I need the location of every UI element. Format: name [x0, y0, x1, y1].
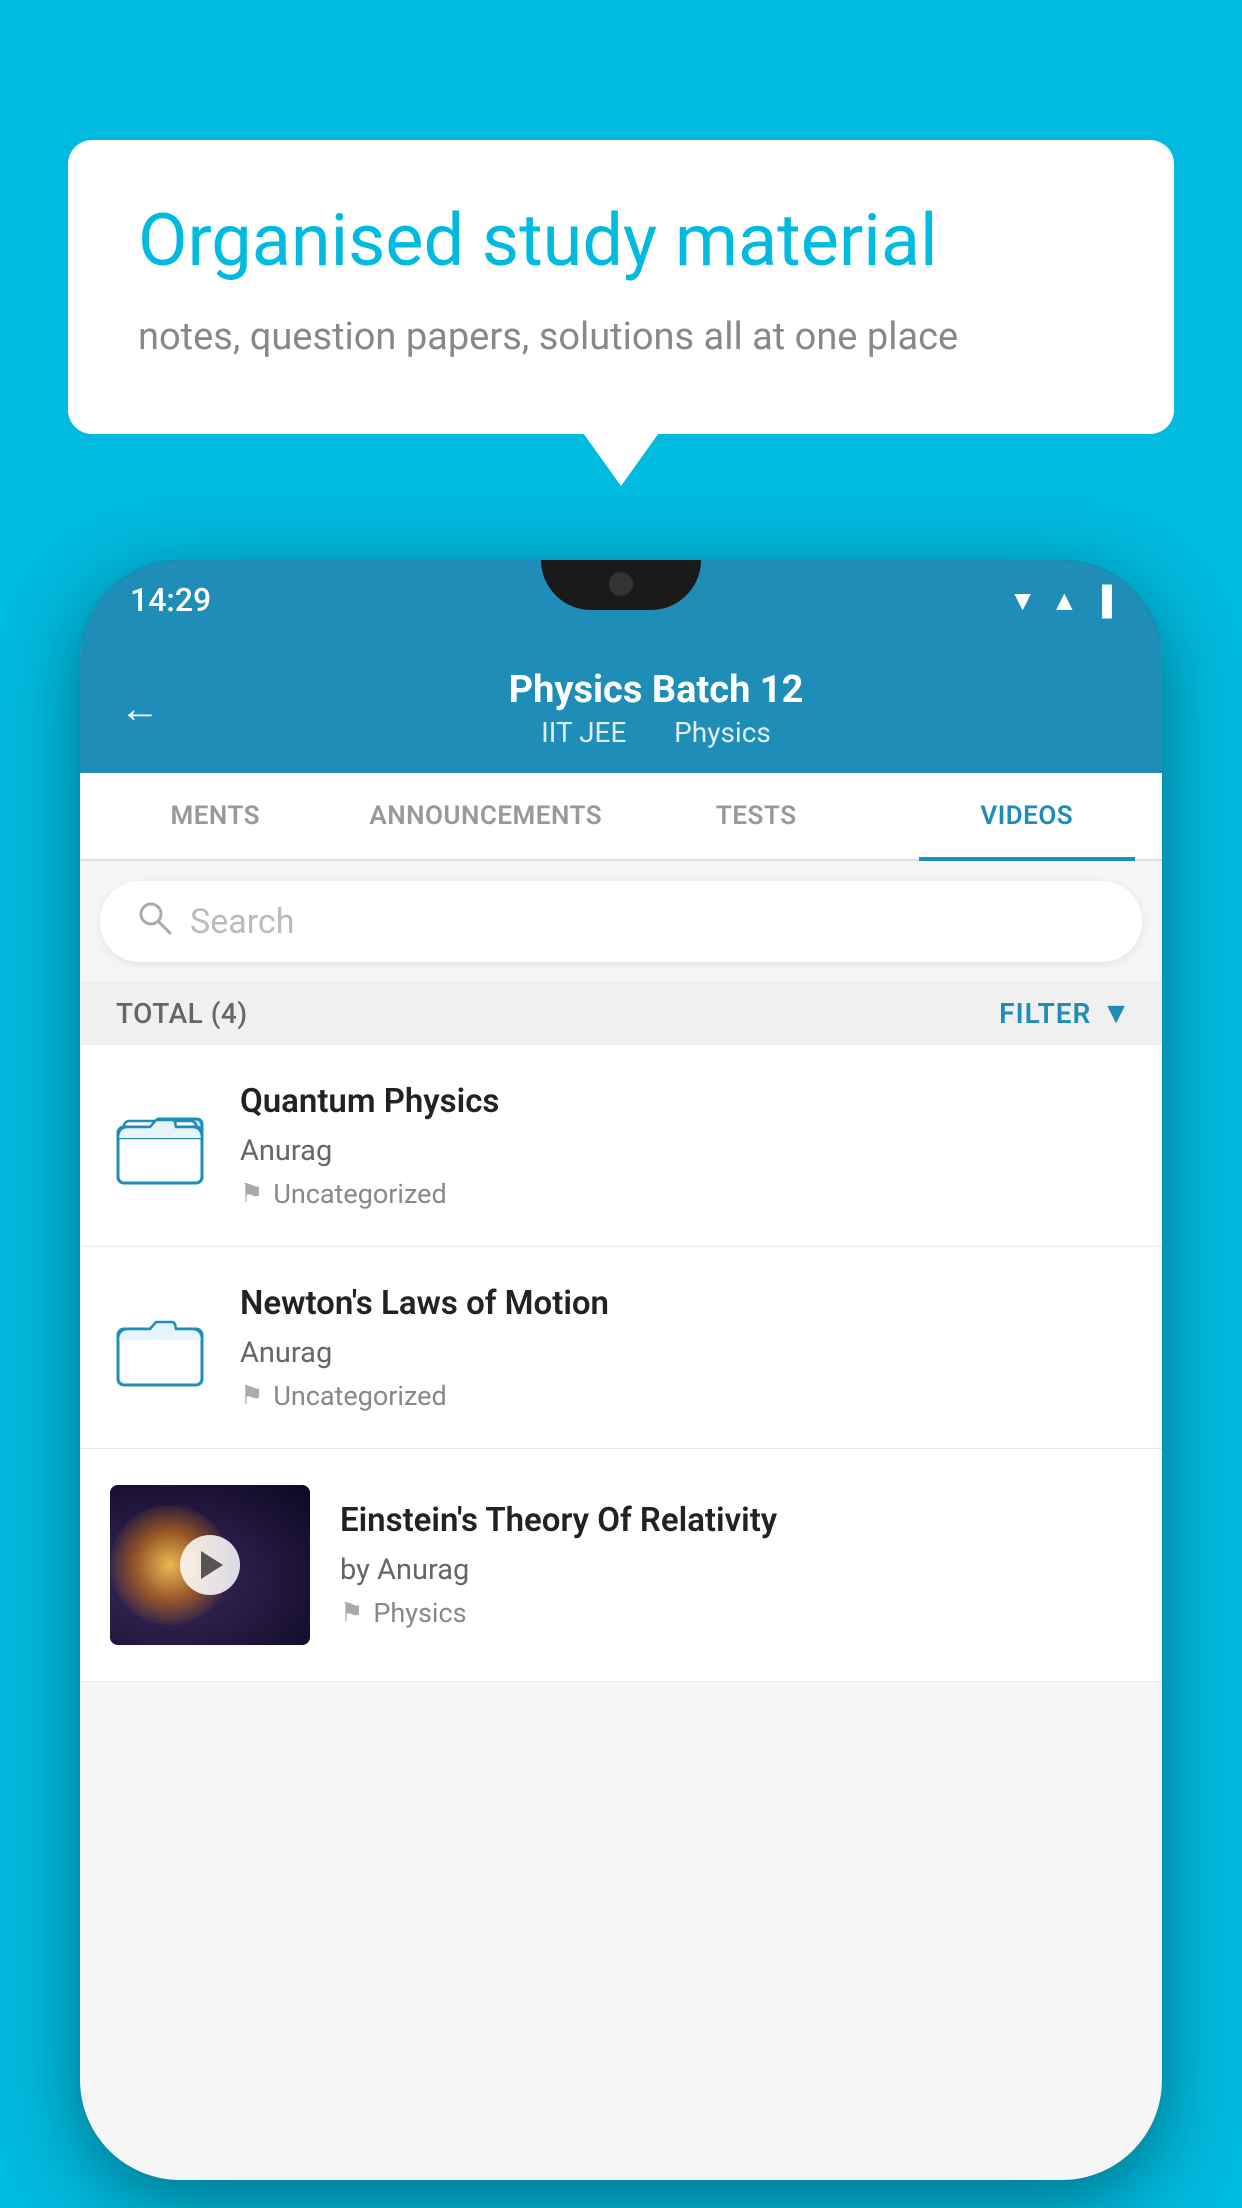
- status-bar: 14:29 ▼ ▲ ▐: [80, 560, 1162, 640]
- total-label: TOTAL (4): [116, 997, 248, 1030]
- search-bar[interactable]: Search: [100, 881, 1142, 962]
- video-author: Anurag: [240, 1336, 1132, 1370]
- signal-icon: ▲: [1050, 584, 1078, 617]
- phone-frame: 14:29 ▼ ▲ ▐ ← Physics Batch 12 IIT JEE P…: [80, 560, 1162, 2180]
- filter-icon: ▼: [1101, 996, 1132, 1031]
- tab-announcements[interactable]: ANNOUNCEMENTS: [351, 773, 622, 859]
- speech-bubble: Organised study material notes, question…: [68, 140, 1174, 434]
- tag-icon: ⚑: [240, 1179, 263, 1209]
- video-title: Einstein's Theory Of Relativity: [340, 1500, 1132, 1543]
- subtitle-part2: Physics: [674, 716, 771, 749]
- video-title: Newton's Laws of Motion: [240, 1283, 1132, 1326]
- speech-bubble-subtext: notes, question papers, solutions all at…: [138, 311, 1104, 364]
- video-list: Quantum Physics Anurag ⚑ Uncategorized: [80, 1045, 1162, 1682]
- wifi-icon: ▼: [1009, 584, 1037, 617]
- video-info: Einstein's Theory Of Relativity by Anura…: [340, 1500, 1132, 1629]
- list-item[interactable]: Quantum Physics Anurag ⚑ Uncategorized: [80, 1045, 1162, 1247]
- notch-camera: [609, 572, 633, 596]
- folder-icon: [110, 1297, 210, 1397]
- status-icons: ▼ ▲ ▐: [1009, 584, 1112, 617]
- speech-bubble-headline: Organised study material: [138, 200, 1104, 283]
- video-tag: ⚑ Physics: [340, 1597, 1132, 1629]
- video-info: Quantum Physics Anurag ⚑ Uncategorized: [240, 1081, 1132, 1210]
- video-author: Anurag: [240, 1134, 1132, 1168]
- tag-icon: ⚑: [240, 1381, 263, 1411]
- tab-videos[interactable]: VIDEOS: [892, 773, 1163, 859]
- battery-icon: ▐: [1092, 584, 1112, 617]
- filter-label: FILTER: [999, 997, 1091, 1030]
- tabs-bar: MENTS ANNOUNCEMENTS TESTS VIDEOS: [80, 773, 1162, 861]
- video-tag: ⚑ Uncategorized: [240, 1178, 1132, 1210]
- phone-notch: [541, 560, 701, 610]
- speech-bubble-container: Organised study material notes, question…: [68, 140, 1174, 434]
- video-thumbnail: [110, 1485, 310, 1645]
- tag-icon: ⚑: [340, 1598, 363, 1628]
- subtitle-part1: IIT JEE: [541, 716, 626, 749]
- header-subtitle: IIT JEE Physics: [190, 716, 1122, 749]
- app-header: ← Physics Batch 12 IIT JEE Physics: [80, 640, 1162, 773]
- filter-button[interactable]: FILTER ▼: [999, 996, 1132, 1031]
- phone-screen: ← Physics Batch 12 IIT JEE Physics MENTS…: [80, 640, 1162, 2180]
- header-title-group: Physics Batch 12 IIT JEE Physics: [190, 668, 1122, 749]
- video-author: by Anurag: [340, 1553, 1132, 1587]
- list-item[interactable]: Newton's Laws of Motion Anurag ⚑ Uncateg…: [80, 1247, 1162, 1449]
- video-tag: ⚑ Uncategorized: [240, 1380, 1132, 1412]
- status-time: 14:29: [130, 581, 211, 619]
- list-item[interactable]: Einstein's Theory Of Relativity by Anura…: [80, 1449, 1162, 1682]
- back-button[interactable]: ←: [120, 685, 160, 732]
- tab-ments[interactable]: MENTS: [80, 773, 351, 859]
- tab-tests[interactable]: TESTS: [621, 773, 892, 859]
- filter-row: TOTAL (4) FILTER ▼: [80, 982, 1162, 1045]
- video-info: Newton's Laws of Motion Anurag ⚑ Uncateg…: [240, 1283, 1132, 1412]
- search-icon: [136, 899, 172, 944]
- folder-icon: [110, 1095, 210, 1195]
- header-title: Physics Batch 12: [190, 668, 1122, 712]
- video-title: Quantum Physics: [240, 1081, 1132, 1124]
- search-input[interactable]: Search: [190, 902, 294, 942]
